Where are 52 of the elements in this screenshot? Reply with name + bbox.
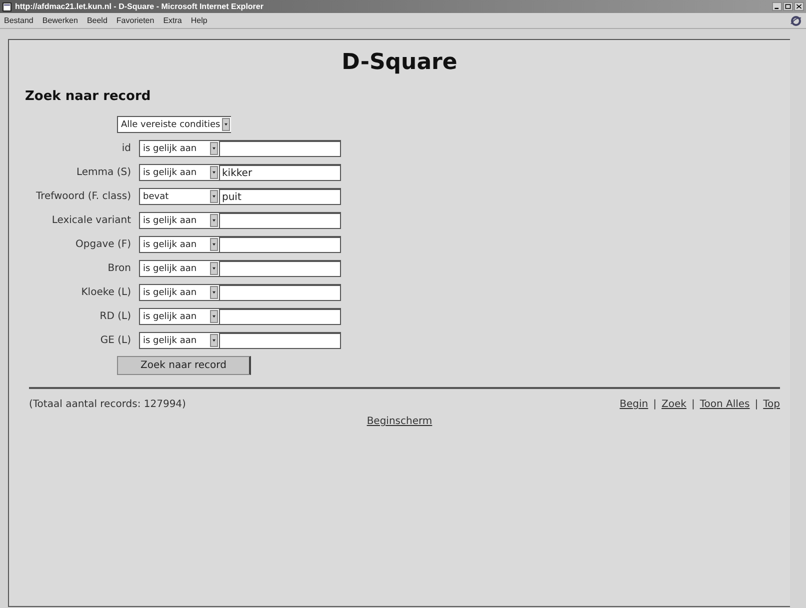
field-label: Trefwoord (F. class) (36, 191, 131, 202)
operator-select[interactable]: is gelijk aan (139, 236, 219, 253)
operator-select[interactable]: is gelijk aan (139, 140, 219, 157)
operator-select[interactable]: is gelijk aan (139, 260, 219, 277)
operator-select[interactable]: is gelijk aan (139, 308, 219, 325)
input-field[interactable]: kikker (219, 164, 341, 181)
input-field[interactable] (219, 140, 341, 157)
menu-item[interactable]: Favorieten (116, 16, 154, 25)
maximize-button[interactable] (783, 2, 793, 11)
menu-item[interactable]: Help (190, 16, 208, 25)
separator: | (691, 399, 695, 410)
input-field[interactable] (219, 284, 341, 301)
separator: | (653, 399, 657, 410)
record-count: (Totaal aantal records: 127994) (29, 399, 186, 410)
field-label: Bron (108, 263, 131, 274)
search-button[interactable]: Zoek naar record (117, 356, 251, 375)
nav-link[interactable]: Top (763, 399, 780, 410)
menu-item[interactable]: Bewerken (42, 16, 78, 25)
match-select[interactable]: Alle vereiste condities (117, 116, 232, 133)
input-field[interactable] (219, 308, 341, 325)
field-label: Opgave (F) (76, 239, 131, 250)
field-label: Kloeke (L) (81, 287, 131, 298)
section-heading: Zoek naar record (25, 89, 152, 104)
menu-item[interactable]: Extra (163, 16, 182, 25)
browser-page-icon (2, 2, 12, 12)
field-label: id (122, 143, 131, 154)
field-label: RD (L) (100, 311, 131, 322)
menu-item[interactable]: Beeld (86, 16, 108, 25)
minimize-button[interactable] (772, 2, 782, 11)
operator-select[interactable]: is gelijk aan (139, 332, 219, 349)
field-label: GE (L) (100, 335, 131, 346)
page-heading: D-Square (340, 50, 458, 75)
input-field[interactable] (219, 236, 341, 253)
window-title: http://afdmac21.let.kun.nl - D-Square - Microsoft Internet Explorer (15, 2, 264, 11)
input-field[interactable] (219, 260, 341, 277)
input-field[interactable] (219, 332, 341, 349)
input-field[interactable] (219, 212, 341, 229)
field-label: Lexicale variant (52, 215, 131, 226)
operator-select[interactable]: bevat (139, 188, 219, 205)
browser-logo-icon (790, 14, 802, 26)
nav-link[interactable]: Zoek (662, 399, 686, 410)
home-link[interactable]: Beginscherm (366, 416, 432, 427)
field-label: Lemma (S) (76, 167, 131, 178)
operator-select[interactable]: is gelijk aan (139, 284, 219, 301)
operator-select[interactable]: is gelijk aan (139, 212, 219, 229)
nav-link[interactable]: Begin (620, 399, 648, 410)
operator-select[interactable]: is gelijk aan (139, 164, 219, 181)
close-button[interactable] (794, 2, 804, 11)
separator: | (754, 399, 758, 410)
nav-link[interactable]: Toon Alles (700, 399, 750, 410)
input-field[interactable]: puit (219, 188, 341, 205)
menu-item[interactable]: Bestand (4, 16, 34, 25)
